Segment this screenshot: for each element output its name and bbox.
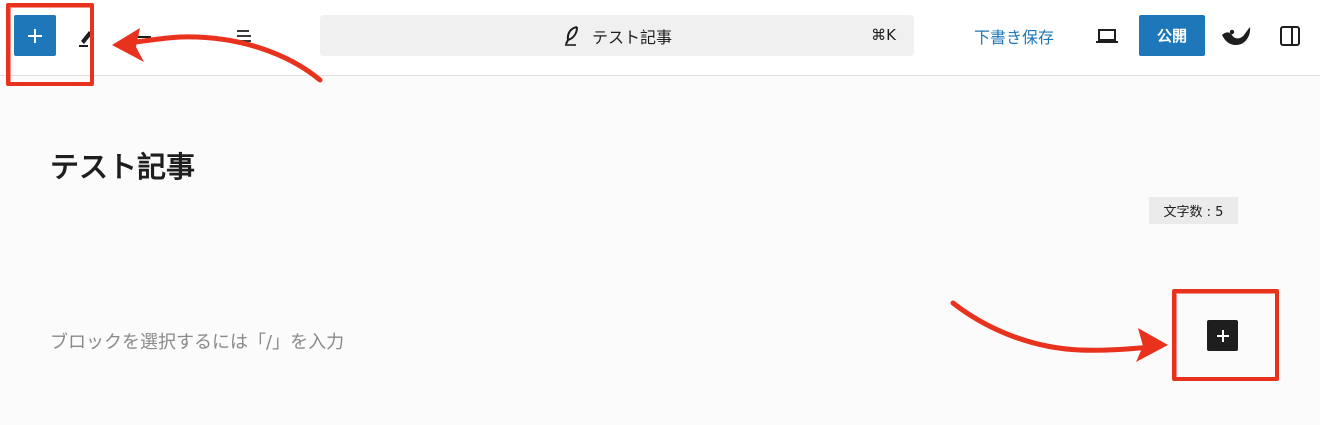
post-title[interactable]: テスト記事 (50, 144, 195, 186)
pen-icon (79, 31, 92, 47)
save-draft-button[interactable]: 下書き保存 (974, 24, 1054, 48)
list-view-icon (237, 30, 251, 42)
block-inserter-button[interactable] (1207, 320, 1238, 351)
command-palette-bar[interactable]: テスト記事 ⌘K (320, 15, 914, 56)
block-inserter-toggle-button[interactable] (14, 15, 56, 56)
feather-icon (564, 25, 578, 46)
undo-icon (135, 36, 151, 38)
editor-page: テスト記事 ⌘K 下書き保存 公開 テスト記事 文字数 : 5 ブロックを選択す… (0, 0, 1320, 425)
plus-icon (1216, 329, 1229, 342)
jetpack-icon (1222, 27, 1251, 45)
block-placeholder[interactable]: ブロックを選択するには「/」を入力 (50, 328, 344, 354)
annotation-arrow-bottom (950, 300, 1168, 362)
plus-icon (28, 28, 42, 43)
preview-button[interactable] (1093, 24, 1121, 48)
list-view-button[interactable] (232, 24, 256, 48)
command-bar-shortcut: ⌘K (871, 26, 896, 44)
command-bar-title: テスト記事 (591, 27, 672, 47)
plugin-button[interactable] (1220, 22, 1252, 50)
laptop-icon (1096, 29, 1118, 43)
command-bar-center: テスト記事 (320, 15, 914, 56)
tools-button[interactable] (74, 24, 100, 50)
publish-button[interactable]: 公開 (1139, 15, 1205, 56)
word-count-badge: 文字数 : 5 (1149, 197, 1238, 224)
editor-toolbar: テスト記事 ⌘K 下書き保存 公開 (0, 0, 1320, 76)
undo-button[interactable] (130, 26, 156, 48)
sidebar-toggle-icon (1280, 26, 1300, 46)
settings-sidebar-button[interactable] (1276, 22, 1304, 50)
